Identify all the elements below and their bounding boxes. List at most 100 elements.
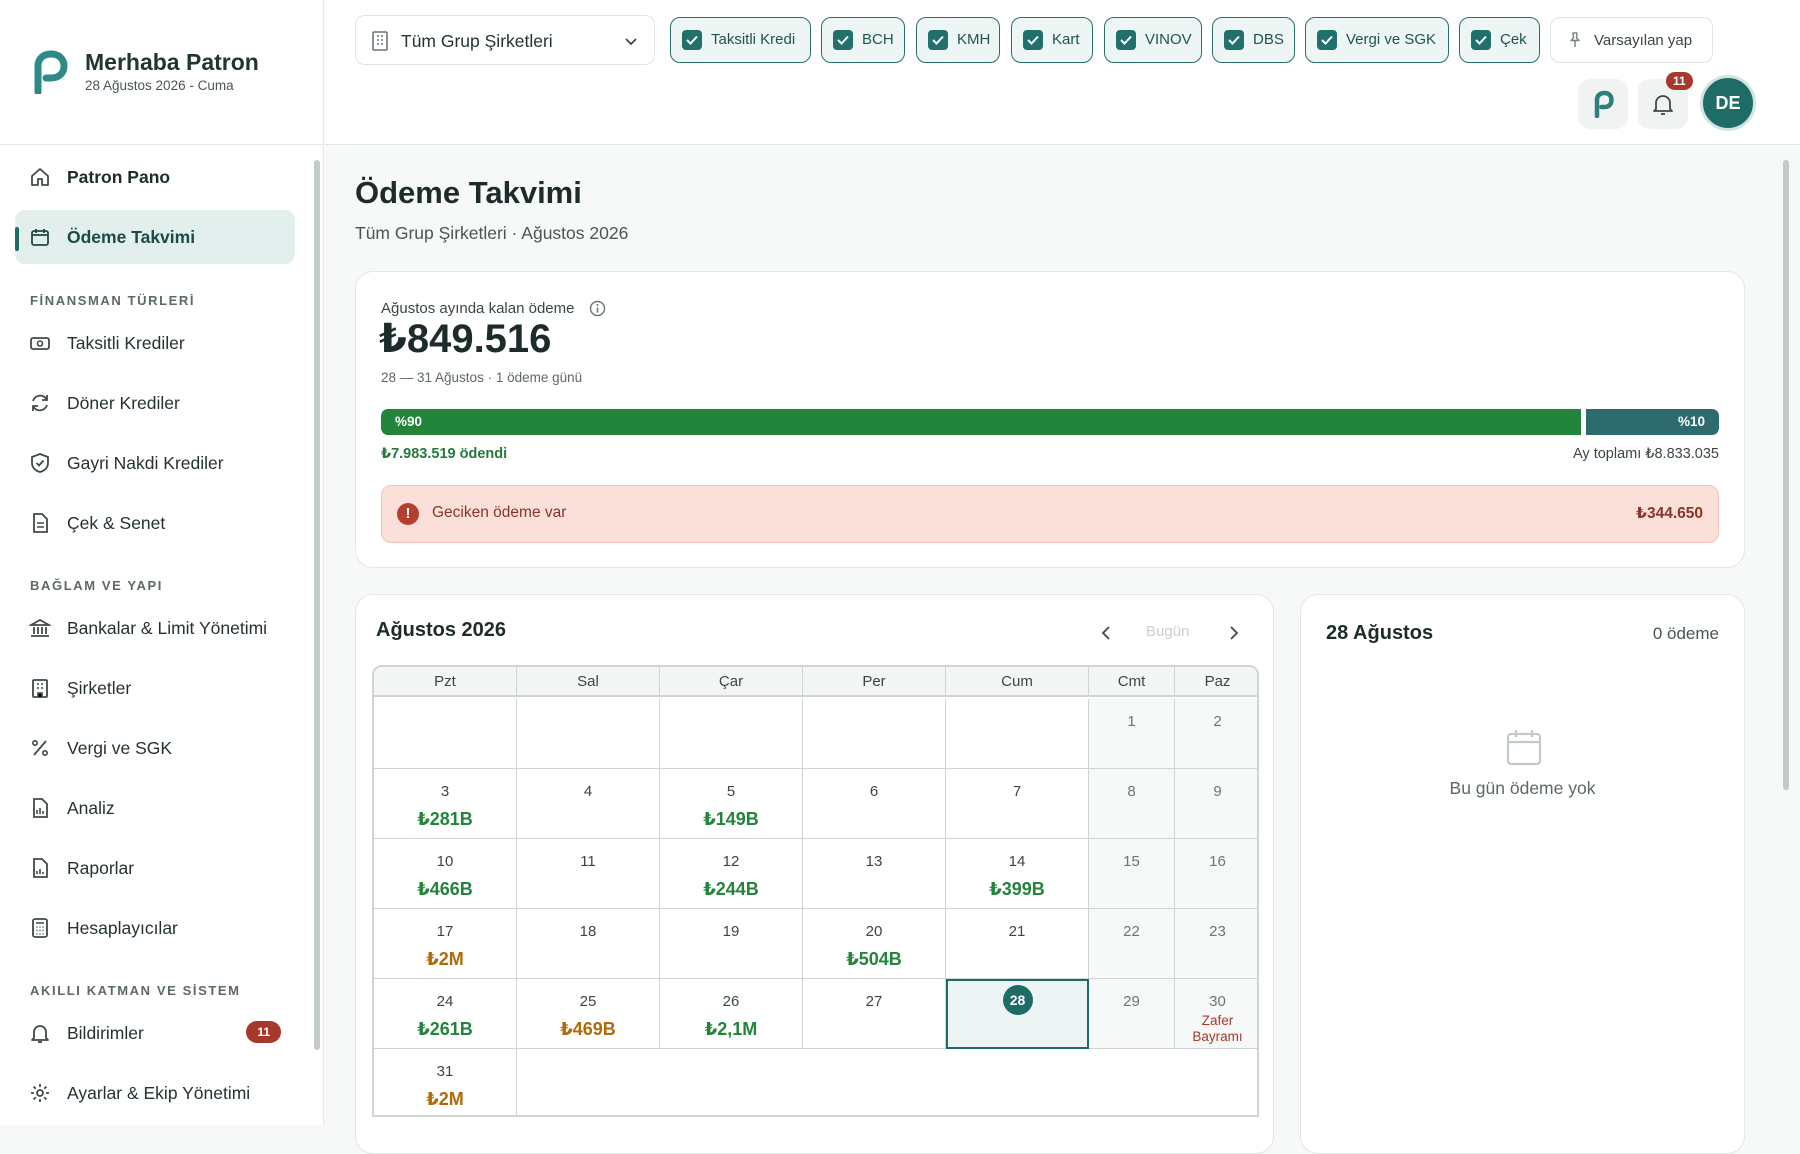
patron-logo-icon [1594, 90, 1614, 118]
sidebar-item-hesaplayicilar[interactable]: Hesaplayıcılar [15, 901, 295, 955]
calendar-day-cell[interactable]: 26 ₺2,1M [660, 979, 803, 1049]
calendar-day-cell[interactable]: 3 ₺281B [374, 769, 517, 839]
sidebar-item-patron-pano[interactable]: Patron Pano [15, 150, 295, 204]
weekday-header: Sal [517, 667, 660, 697]
calendar-day-cell[interactable]: 15 [1089, 839, 1175, 909]
day-payment-amount: ₺261B [417, 1019, 473, 1039]
building-icon [372, 31, 388, 51]
weekday-header: Per [803, 667, 946, 697]
paid-percent-label: %90 [395, 414, 423, 429]
calendar-day-cell[interactable]: 12 ₺244B [660, 839, 803, 909]
user-avatar[interactable]: DE [1700, 75, 1756, 131]
day-number: 8 [1127, 783, 1136, 800]
patron-app-button[interactable] [1578, 79, 1628, 129]
calendar-day-cell[interactable]: 13 [803, 839, 946, 909]
calendar-day-cell[interactable]: 11 [517, 839, 660, 909]
sidebar-item-label: Ayarlar & Ekip Yönetimi [67, 1083, 251, 1103]
info-icon[interactable] [589, 300, 606, 317]
set-default-label: Varsayılan yap [1594, 32, 1693, 49]
calendar-day-cell[interactable]: 29 [1089, 979, 1175, 1049]
calendar-day-cell[interactable]: 9 [1175, 769, 1257, 839]
sidebar-item-doner[interactable]: Döner Krediler [15, 376, 295, 430]
calendar-day-cell[interactable]: 16 [1175, 839, 1257, 909]
sidebar-item-sirketler[interactable]: Şirketler [15, 661, 295, 715]
calendar-day-cell[interactable]: 8 [1089, 769, 1175, 839]
calendar-day-cell[interactable]: 22 [1089, 909, 1175, 979]
sidebar-item-label: Ödeme Takvimi [67, 227, 196, 247]
chevron-right-icon[interactable] [1222, 622, 1244, 644]
calendar-day-cell[interactable]: 7 [946, 769, 1089, 839]
filter-chip-kmh[interactable]: KMH [916, 17, 1000, 63]
company-select[interactable]: Tüm Grup Şirketleri [355, 15, 655, 65]
calendar-day-cell[interactable]: 10 ₺466B [374, 839, 517, 909]
selected-day-title: 28 Ağustos [1326, 622, 1434, 644]
sidebar-item-label: Gayri Nakdi Krediler [67, 453, 224, 473]
calendar-day-cell[interactable]: 31 ₺2M [374, 1049, 517, 1115]
month-total: Ay toplamı ₺8.833.035 [1573, 446, 1719, 462]
sidebar-item-bildirimler[interactable]: Bildirimler 11 [15, 1006, 295, 1060]
sidebar-item-analiz[interactable]: Analiz [15, 781, 295, 835]
calendar-day-cell[interactable]: 19 [660, 909, 803, 979]
today-button[interactable]: Bugün [1146, 623, 1189, 640]
day-number: 23 [1209, 923, 1226, 940]
main-scroll-thumb[interactable] [1783, 160, 1789, 790]
sidebar-item-odeme-takvimi[interactable]: Ödeme Takvimi [15, 210, 295, 264]
filter-chip-label: KMH [957, 31, 991, 48]
calendar-day-cell[interactable]: 24 ₺261B [374, 979, 517, 1049]
day-number: 1 [1127, 713, 1136, 730]
calendar-day-cell[interactable]: 4 [517, 769, 660, 839]
day-number: 5 [726, 783, 736, 800]
sidebar-item-gayri-nakdi[interactable]: Gayri Nakdi Krediler [15, 436, 295, 490]
checkbox-checked-icon [682, 30, 702, 50]
calendar-day-cell[interactable]: 17 ₺2M [374, 909, 517, 979]
day-number: 10 [436, 853, 454, 870]
filter-chip-vergi-sgk[interactable]: Vergi ve SGK [1305, 17, 1449, 63]
sidebar-item-cek-senet[interactable]: Çek & Senet [15, 496, 295, 550]
sidebar-item-taksitli[interactable]: Taksitli Krediler [15, 316, 295, 370]
filter-chip-vinov[interactable]: VINOV [1104, 17, 1202, 63]
filter-chip-bch[interactable]: BCH [821, 17, 905, 63]
calendar-day-cell[interactable]: 5 ₺149B [660, 769, 803, 839]
calendar-day-cell[interactable]: 25 ₺469B [517, 979, 660, 1049]
day-number: 2 [1213, 713, 1222, 730]
bank-icon [29, 618, 51, 637]
building-icon [32, 679, 48, 698]
calendar-day-cell[interactable]: 14 ₺399B [946, 839, 1089, 909]
pin-icon [1570, 32, 1580, 47]
overdue-alert[interactable]: ! Geciken ödeme var ₺344.650 [381, 485, 1719, 543]
sidebar-item-label: Analiz [67, 798, 115, 818]
holiday-label: Zafer Bayramı [1192, 1013, 1243, 1044]
calendar-day-cell[interactable]: 6 [803, 769, 946, 839]
calendar-day-cell[interactable]: 20 ₺504B [803, 909, 946, 979]
filter-chip-cek[interactable]: Çek [1459, 17, 1540, 63]
filter-chip-label: BCH [862, 31, 894, 48]
sidebar-item-raporlar[interactable]: Raporlar [15, 841, 295, 895]
brand-header: Merhaba Patron 28 Ağustos 2026 - Cuma [0, 0, 324, 145]
filter-chip-dbs[interactable]: DBS [1212, 17, 1295, 63]
sidebar-scroll-thumb[interactable] [314, 160, 320, 1050]
sidebar-item-bankalar[interactable]: Bankalar & Limit Yönetimi [15, 601, 295, 655]
banknote-icon [30, 337, 50, 350]
calendar-day-cell[interactable]: 23 [1175, 909, 1257, 979]
filter-chip-kart[interactable]: Kart [1011, 17, 1093, 63]
calendar-day-cell[interactable]: 27 [803, 979, 946, 1049]
sidebar-scrollbar[interactable] [313, 150, 321, 1125]
day-number: 4 [583, 783, 593, 800]
day-number: 24 [436, 993, 454, 1010]
nav-section-akilli: AKILLI KATMAN VE SİSTEM [30, 983, 241, 998]
calendar-day-cell[interactable]: 18 [517, 909, 660, 979]
calendar-day-cell[interactable]: 21 [946, 909, 1089, 979]
summary-label: Ağustos ayında kalan ödeme [381, 300, 575, 317]
filter-chip-taksitli-kredi[interactable]: Taksitli Kredi [670, 17, 811, 63]
calendar-day-cell[interactable]: 1 [1089, 699, 1175, 769]
calendar-day-cell[interactable]: 28 [946, 979, 1089, 1049]
chevron-left-icon[interactable] [1096, 622, 1118, 644]
overdue-alert-text: Geciken ödeme var [432, 504, 567, 521]
calendar-day-cell[interactable]: 2 [1175, 699, 1257, 769]
main-scrollbar[interactable] [1782, 148, 1790, 1125]
sidebar-item-ayarlar[interactable]: Ayarlar & Ekip Yönetimi [15, 1066, 295, 1120]
set-default-button[interactable]: Varsayılan yap [1550, 17, 1713, 63]
sidebar-item-vergi[interactable]: Vergi ve SGK [15, 721, 295, 775]
day-number: 14 [1008, 853, 1026, 870]
calendar-day-cell[interactable]: 30 Zafer Bayramı [1175, 979, 1257, 1049]
